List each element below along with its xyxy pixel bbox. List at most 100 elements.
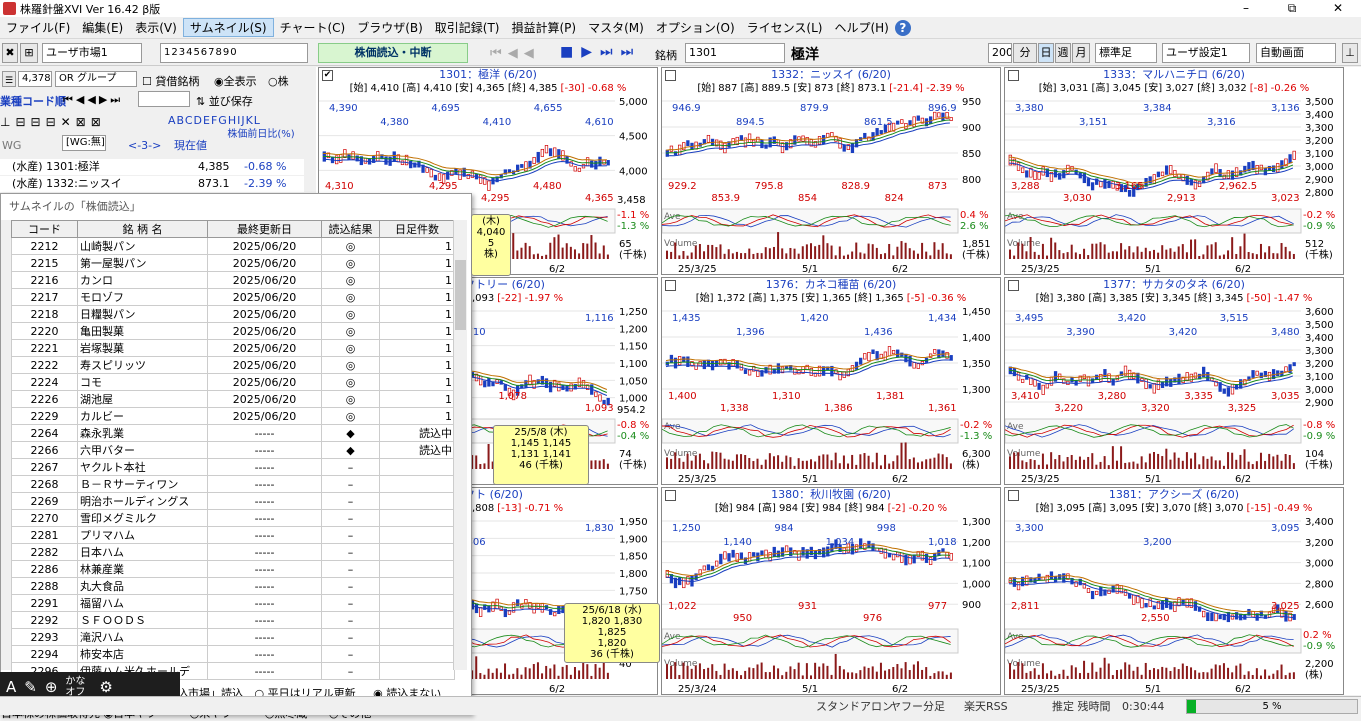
table-row[interactable]: 2221 岩塚製菓 2025/06/20 ◎ 1: [11, 339, 455, 357]
play-control-icons[interactable]: ■▶⏭⏭: [560, 44, 641, 60]
table-row[interactable]: 2267 ヤクルト本社 ----- –: [11, 458, 455, 476]
nav-3-button[interactable]: <-3->: [128, 139, 161, 152]
menu-item-8[interactable]: マスタ(M): [582, 19, 650, 36]
stock-thumbnail-panel[interactable]: 1380：秋川牧園 (6/20) [始] 984 [高] 984 [安] 984 …: [661, 487, 1001, 695]
column-header[interactable]: 銘 柄 名: [77, 220, 208, 238]
menu-item-3[interactable]: サムネイル(S): [182, 18, 274, 37]
user-setting-select[interactable]: ユーザ設定1: [1162, 43, 1250, 63]
list-nav-icons[interactable]: ⏮◀◀▶⏭: [63, 93, 123, 107]
menu-item-5[interactable]: ブラウザ(B): [351, 19, 429, 36]
restore-button[interactable]: ⧉: [1269, 0, 1315, 17]
show-all-radio[interactable]: ◉全表示: [214, 73, 257, 89]
table-row[interactable]: 2229 カルビー 2025/06/20 ◎ 1: [11, 407, 455, 425]
table-row[interactable]: 2266 六甲バター ----- ◆ 読込中: [11, 441, 455, 459]
panel-title[interactable]: 1332：ニッスイ (6/20): [662, 68, 1000, 82]
panel-title[interactable]: 1380：秋川牧園 (6/20): [662, 488, 1000, 502]
table-row[interactable]: 2294 柿安本店 ----- –: [11, 645, 455, 663]
table-row[interactable]: 2293 滝沢ハム ----- –: [11, 628, 455, 646]
col-price-header[interactable]: 現在値: [174, 137, 207, 153]
list-jump-select[interactable]: [138, 91, 190, 107]
table-row[interactable]: 2291 福留ハム ----- –: [11, 594, 455, 612]
table-row[interactable]: 2281 プリマハム ----- –: [11, 526, 455, 544]
filter-icon[interactable]: ✖: [2, 43, 18, 63]
close-button[interactable]: ✕: [1315, 0, 1361, 17]
stock-thumbnail-panel[interactable]: 1377：サカタのタネ (6/20) [始] 3,380 [高] 3,385 [安…: [1004, 277, 1344, 485]
table-row[interactable]: 2286 林兼産業 ----- –: [11, 560, 455, 578]
list-icon[interactable]: ☰: [2, 71, 16, 87]
menu-item-7[interactable]: 損益計算(P): [506, 19, 583, 36]
table-row[interactable]: 2226 湖池屋 2025/06/20 ◎ 1: [11, 390, 455, 408]
load-quotes-button[interactable]: 株価読込・中断: [318, 43, 468, 63]
table-row[interactable]: 2224 コモ 2025/06/20 ◎ 1: [11, 373, 455, 391]
panel-title[interactable]: 1381：アクシーズ (6/20): [1005, 488, 1343, 502]
table-row[interactable]: 2212 山崎製パン 2025/06/20 ◎ 1: [11, 237, 455, 255]
auto-screen-select[interactable]: 自動画面: [1256, 43, 1336, 63]
menu-item-4[interactable]: チャート(C): [274, 19, 352, 36]
menu-item-11[interactable]: ヘルプ(H): [828, 19, 894, 36]
panel-title[interactable]: 1333：マルハニチロ (6/20): [1005, 68, 1343, 82]
prev-nav-icons[interactable]: ⏮◀◀: [490, 46, 540, 61]
market-select[interactable]: ユーザ市場1: [42, 43, 142, 63]
stock-radio[interactable]: ○株: [268, 73, 289, 89]
daily-button[interactable]: 日: [1038, 43, 1054, 63]
code-input[interactable]: 1301: [685, 43, 785, 63]
menu-item-1[interactable]: 編集(E): [76, 19, 129, 36]
monthly-button[interactable]: 月: [1072, 43, 1090, 63]
code-order-label[interactable]: 業種コード順: [0, 93, 66, 109]
stock-thumbnail-panel[interactable]: 1381：アクシーズ (6/20) [始] 3,095 [高] 3,095 [安]…: [1004, 487, 1344, 695]
table-row[interactable]: 2269 明治ホールディングス ----- –: [11, 492, 455, 510]
candle-select[interactable]: 標準足: [1095, 43, 1157, 63]
letter-filter-buttons[interactable]: ABCDEFGHIJKL: [168, 114, 261, 127]
table-row[interactable]: 2222 寿スピリッツ 2025/06/20 ◎ 1: [11, 356, 455, 374]
pen-icon[interactable]: ✎: [24, 678, 37, 696]
table-row[interactable]: 2215 第一屋製パン 2025/06/20 ◎ 1: [11, 254, 455, 272]
table-row[interactable]: 2288 丸大食品 ----- –: [11, 577, 455, 595]
column-header[interactable]: 日足件数: [379, 220, 455, 238]
table-row[interactable]: 2282 日本ハム ----- –: [11, 543, 455, 561]
stock-thumbnail-panel[interactable]: 1332：ニッスイ (6/20) [始] 887 [高] 889.5 [安] 87…: [661, 67, 1001, 275]
pin-icon[interactable]: ⊥: [1342, 43, 1358, 63]
sort-save-button[interactable]: ⇅ 並び保存: [196, 93, 253, 109]
table-row[interactable]: 2217 モロゾフ 2025/06/20 ◎ 1: [11, 288, 455, 306]
wg-select[interactable]: [WG:無]: [62, 135, 106, 151]
minute-button[interactable]: 分: [1013, 43, 1037, 63]
font-icon[interactable]: A: [6, 678, 16, 696]
lending-checkbox[interactable]: ☐ 貸借銘柄: [142, 73, 199, 89]
table-row[interactable]: 2270 雪印メグミルク ----- –: [11, 509, 455, 527]
settings-icon[interactable]: ⚙: [99, 678, 112, 696]
digit-buttons[interactable]: 1234567890: [160, 43, 308, 63]
table-scrollbar[interactable]: [453, 220, 467, 670]
kana-off-button[interactable]: かなオフ: [65, 676, 91, 698]
list-row[interactable]: (水産) 1301:極洋 4,385 -0.68 %: [0, 159, 304, 175]
panel-title[interactable]: 1377：サカタのタネ (6/20): [1005, 278, 1343, 292]
weekly-button[interactable]: 週: [1055, 43, 1071, 63]
menu-item-10[interactable]: ライセンス(L): [741, 19, 829, 36]
stock-thumbnail-panel[interactable]: 1333：マルハニチロ (6/20) [始] 3,031 [高] 3,045 [安…: [1004, 67, 1344, 275]
table-row[interactable]: 2268 Ｂ－Ｒサーティワン ----- –: [11, 475, 455, 493]
panel-title[interactable]: 1301：極洋 (6/20): [319, 68, 657, 82]
menu-item-0[interactable]: ファイル(F): [0, 19, 76, 36]
column-header[interactable]: コード: [11, 220, 78, 238]
column-header[interactable]: 最終更新日: [207, 220, 322, 238]
help-icon[interactable]: ?: [894, 19, 911, 36]
menu-item-9[interactable]: オプション(O): [650, 19, 741, 36]
col-change-header[interactable]: 株価前日比(%): [226, 129, 296, 141]
or-group-select[interactable]: OR グループ: [55, 71, 137, 87]
table-row[interactable]: 2292 ＳＦＯＯＤＳ ----- –: [11, 611, 455, 629]
table-row[interactable]: 2216 カンロ 2025/06/20 ◎ 1: [11, 271, 455, 289]
minimize-button[interactable]: –: [1223, 0, 1269, 17]
add-note-icon[interactable]: ⊕: [45, 678, 58, 696]
list-row[interactable]: (水産) 1332:ニッスイ 873.1 -2.39 %: [0, 176, 304, 192]
stock-thumbnail-panel[interactable]: 1376：カネコ種苗 (6/20) [始] 1,372 [高] 1,375 [安]…: [661, 277, 1001, 485]
table-row[interactable]: 2264 森永乳業 ----- ◆ 読込中: [11, 424, 455, 442]
add-icon[interactable]: ⊞: [20, 43, 38, 63]
column-header[interactable]: 読込結果: [321, 220, 380, 238]
table-row[interactable]: 2220 亀田製菓 2025/06/20 ◎ 1: [11, 322, 455, 340]
menu-item-2[interactable]: 表示(V): [129, 19, 183, 36]
scrollbar-thumb[interactable]: [455, 260, 466, 330]
list-tool-icons[interactable]: ⊥⊟⊟⊟✕⊠⊠: [0, 115, 106, 129]
panel-title[interactable]: 1376：カネコ種苗 (6/20): [662, 278, 1000, 292]
count-select[interactable]: 200: [988, 43, 1012, 63]
table-row[interactable]: 2218 日糧製パン 2025/06/20 ◎ 1: [11, 305, 455, 323]
menu-item-6[interactable]: 取引記録(T): [429, 19, 506, 36]
